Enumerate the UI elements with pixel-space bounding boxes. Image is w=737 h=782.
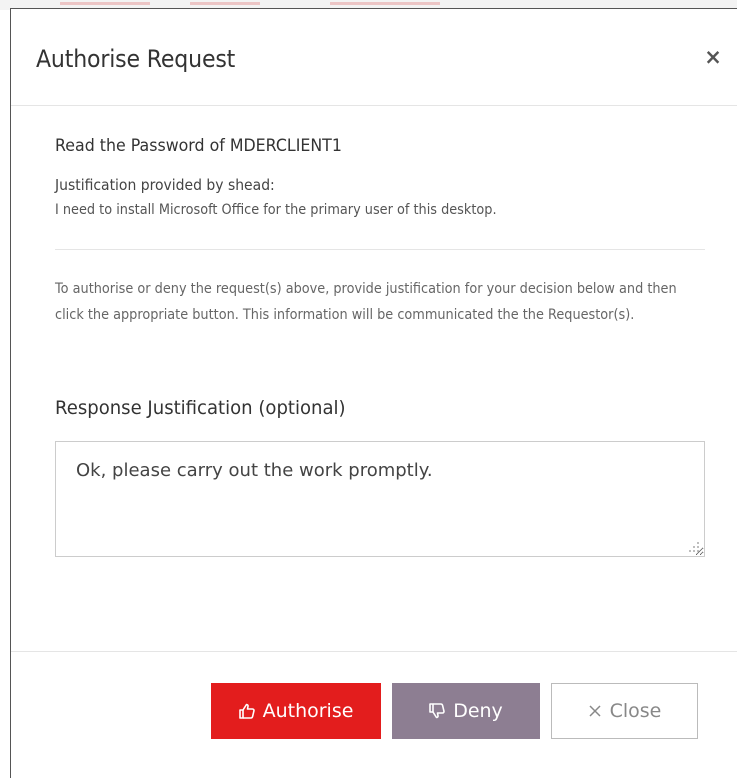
deny-button[interactable]: Deny — [392, 683, 540, 739]
background-link — [330, 2, 440, 5]
instructions-text: To authorise or deny the request(s) abov… — [55, 281, 677, 323]
authorise-request-dialog: Authorise Request × Read the Password of… — [10, 8, 737, 778]
close-button[interactable]: Close — [551, 683, 698, 739]
deny-button-label: Deny — [453, 700, 503, 722]
justification-label: Justification provided by shead: — [55, 176, 275, 194]
close-icon[interactable]: × — [703, 47, 723, 68]
justification-text: I need to install Microsoft Office for t… — [55, 202, 497, 218]
divider — [55, 249, 705, 250]
thumbs-down-icon — [429, 703, 445, 719]
background-link — [60, 2, 150, 5]
close-icon — [588, 704, 602, 718]
background-link — [190, 2, 260, 5]
authorise-button[interactable]: Authorise — [211, 683, 381, 739]
dialog-title: Authorise Request — [36, 45, 236, 73]
dialog-footer: Authorise Deny Close — [11, 651, 737, 782]
request-title: Read the Password of MDERCLIENT1 — [55, 136, 342, 156]
authorise-button-label: Authorise — [262, 700, 354, 722]
response-justification-label: Response Justification (optional) — [55, 397, 346, 419]
resize-handle-icon[interactable] — [688, 541, 700, 553]
dialog-body: Read the Password of MDERCLIENT1 Justifi… — [11, 106, 737, 651]
response-justification-input[interactable]: Ok, please carry out the work promptly. — [55, 441, 705, 557]
thumbs-up-icon — [238, 703, 255, 719]
dialog-header: Authorise Request × — [11, 9, 737, 106]
close-button-label: Close — [609, 700, 662, 722]
